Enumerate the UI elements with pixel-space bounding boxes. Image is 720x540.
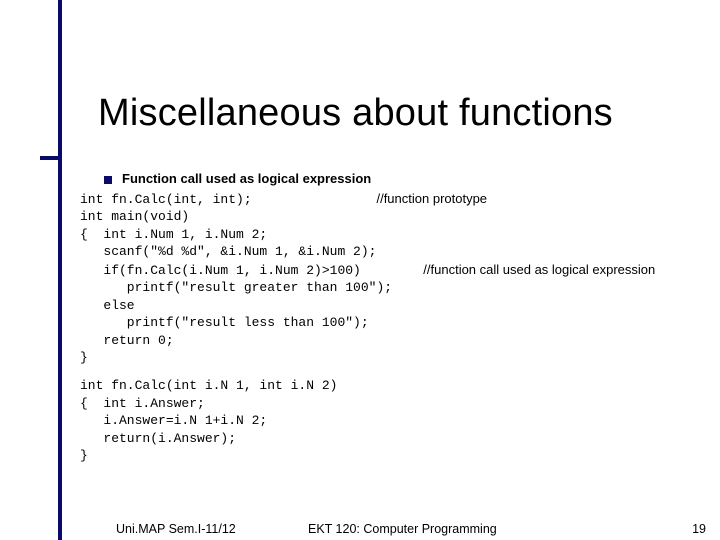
code-line: i.Answer=i.N 1+i.N 2; bbox=[80, 412, 700, 430]
spacer bbox=[80, 367, 700, 377]
bullet-line: Function call used as logical expression bbox=[80, 170, 700, 188]
code-line: printf("result greater than 100"); bbox=[80, 279, 700, 297]
vertical-accent-line bbox=[58, 0, 62, 540]
code-line: int fn.Calc(int i.N 1, int i.N 2) bbox=[80, 377, 700, 395]
footer-center: EKT 120: Computer Programming bbox=[308, 522, 497, 536]
code-line: if(fn.Calc(i.Num 1, i.Num 2)>100) //func… bbox=[80, 261, 700, 280]
code-line: scanf("%d %d", &i.Num 1, &i.Num 2); bbox=[80, 243, 700, 261]
code-line: int fn.Calc(int, int); //function protot… bbox=[80, 190, 700, 209]
slide-title: Miscellaneous about functions bbox=[98, 92, 613, 135]
footer-left: Uni.MAP Sem.I-11/12 bbox=[116, 522, 236, 536]
code-line: int main(void) bbox=[80, 208, 700, 226]
code-line: return 0; bbox=[80, 332, 700, 350]
code-comment: //function call used as logical expressi… bbox=[423, 262, 655, 277]
slide-content: Function call used as logical expression… bbox=[80, 170, 700, 465]
code-line: { int i.Answer; bbox=[80, 395, 700, 413]
horizontal-accent-tick bbox=[40, 156, 62, 160]
code-line: } bbox=[80, 447, 700, 465]
code-line: printf("result less than 100"); bbox=[80, 314, 700, 332]
code-line: else bbox=[80, 297, 700, 315]
bullet-text: Function call used as logical expression bbox=[122, 171, 371, 186]
code-comment: //function prototype bbox=[376, 191, 487, 206]
slide: Miscellaneous about functions Function c… bbox=[0, 0, 720, 540]
footer-page-number: 19 bbox=[692, 522, 706, 536]
code-line: { int i.Num 1, i.Num 2; bbox=[80, 226, 700, 244]
code-line: return(i.Answer); bbox=[80, 430, 700, 448]
code-line: } bbox=[80, 349, 700, 367]
square-bullet-icon bbox=[104, 176, 112, 184]
